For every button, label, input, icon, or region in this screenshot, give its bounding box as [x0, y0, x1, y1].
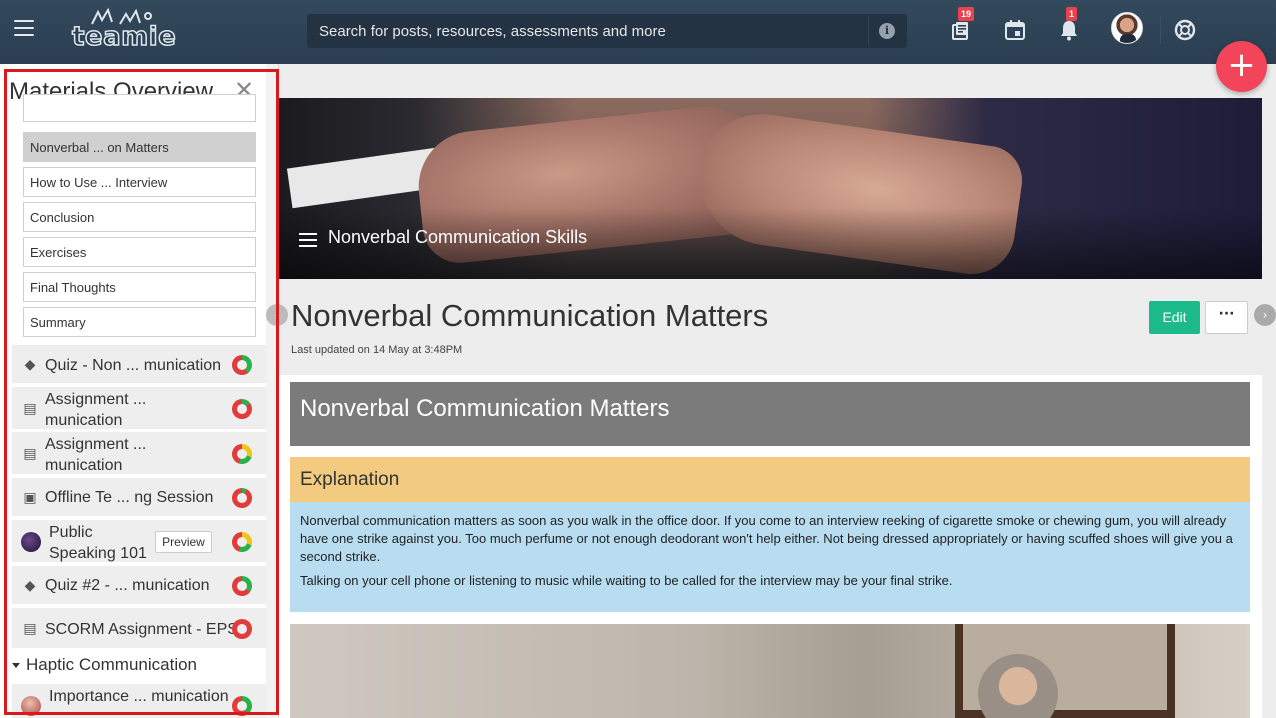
progress-ring-icon	[232, 619, 252, 639]
progress-ring-icon	[232, 355, 252, 375]
posts-icon[interactable]	[948, 18, 972, 42]
create-new-fab-button[interactable]: +	[1216, 41, 1267, 92]
material-item-assignment-1[interactable]: ▤ Assignment ... munication	[12, 387, 266, 431]
notifications-bell-icon[interactable]	[1057, 18, 1081, 42]
material-item-quiz-2[interactable]: ◆ Quiz #2 - ... munication	[12, 566, 266, 606]
materials-overview-sidebar: Materials Overview ✕ Nonverbal ... on Ma…	[0, 64, 279, 718]
next-page-arrow-icon[interactable]: ›	[1254, 304, 1276, 326]
progress-ring-icon	[232, 696, 252, 716]
content-title-banner: Nonverbal Communication Matters	[290, 382, 1250, 446]
explanation-paragraph: Nonverbal communication matters as soon …	[300, 513, 1233, 564]
page-item-conclusion[interactable]: Conclusion	[23, 202, 256, 232]
info-icon[interactable]: i	[879, 23, 895, 39]
caret-down-icon	[12, 663, 20, 668]
progress-ring-icon	[232, 444, 252, 464]
material-item-quiz[interactable]: ◆ Quiz - Non ... munication	[12, 345, 266, 385]
last-updated-text: Last updated on 14 May at 3:48PM	[291, 344, 463, 356]
material-item-public-speaking[interactable]: Public Speaking 101 Preview	[12, 520, 266, 564]
menu-icon[interactable]	[14, 20, 34, 36]
notifications-count-badge: 1	[1066, 7, 1078, 21]
global-search: i	[307, 14, 907, 48]
assignment-icon: ▤	[23, 401, 37, 417]
page-item-summary[interactable]: Summary	[23, 307, 256, 337]
edit-button[interactable]: Edit	[1149, 301, 1200, 334]
material-item-assignment-2[interactable]: ▤ Assignment ... munication	[12, 432, 266, 476]
progress-ring-icon	[232, 576, 252, 596]
page-item-exercises[interactable]: Exercises	[23, 237, 256, 267]
progress-ring-icon	[232, 399, 252, 419]
assignment-icon: ▤	[23, 446, 37, 462]
page-item-nonverbal-matters[interactable]: Nonverbal ... on Matters	[23, 132, 256, 162]
quiz-icon: ◆	[24, 357, 36, 373]
previous-page-arrow-icon[interactable]: ‹	[266, 304, 288, 326]
progress-ring-icon	[232, 488, 252, 508]
unit-title[interactable]: Nonverbal Communication Skills	[328, 227, 587, 248]
material-item-offline-test[interactable]: ▣ Offline Te ... ng Session	[12, 478, 266, 518]
page-item-partial[interactable]	[23, 94, 256, 122]
material-item-scorm[interactable]: ▤ SCORM Assignment - EPS	[12, 608, 266, 650]
page-item-final-thoughts[interactable]: Final Thoughts	[23, 272, 256, 302]
page-body: Nonverbal Communication Matters Explanat…	[279, 375, 1262, 718]
teamie-logo[interactable]: teamie	[71, 6, 177, 53]
calendar-icon[interactable]	[1003, 18, 1027, 42]
lesson-thumbnail-icon	[21, 532, 41, 552]
content-heading: Nonverbal Communication Matters	[300, 395, 670, 422]
progress-ring-icon	[232, 532, 252, 552]
unit-menu-icon[interactable]	[299, 233, 317, 247]
page-title: Nonverbal Communication Matters	[291, 298, 769, 333]
preview-button[interactable]: Preview	[155, 531, 212, 553]
explanation-heading: Explanation	[300, 469, 400, 490]
quiz-icon: ◆	[24, 578, 36, 594]
search-input[interactable]	[307, 14, 867, 48]
help-lifebuoy-icon[interactable]	[1173, 18, 1197, 42]
user-avatar[interactable]	[1111, 12, 1143, 44]
materials-list: Nonverbal ... on Matters How to Use ... …	[0, 94, 266, 718]
main-content: Nonverbal Communication Skills ‹ › Nonve…	[266, 64, 1276, 718]
offline-test-icon: ▣	[23, 490, 37, 506]
explanation-body: Nonverbal communication matters as soon …	[290, 502, 1250, 612]
section-haptic-communication[interactable]: Haptic Communication	[12, 652, 266, 682]
top-navigation-bar: teamie i 19 1	[0, 0, 1276, 64]
lesson-thumbnail-icon	[21, 696, 41, 716]
explanation-paragraph: Talking on your cell phone or listening …	[300, 573, 953, 588]
page-item-how-to-use[interactable]: How to Use ... Interview	[23, 167, 256, 197]
hero-banner-image: Nonverbal Communication Skills	[279, 98, 1262, 279]
assignment-icon: ▤	[23, 621, 37, 637]
more-options-button[interactable]: ···	[1205, 301, 1248, 334]
material-item-importance[interactable]: Importance ... munication	[12, 684, 266, 718]
explanation-header: Explanation	[290, 457, 1250, 502]
posts-count-badge: 19	[958, 7, 975, 21]
content-photo	[290, 624, 1250, 718]
